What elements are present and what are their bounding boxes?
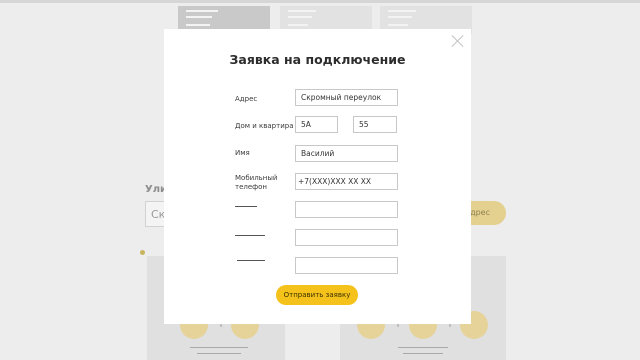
connection-request-modal: Заявка на подключение Адрес Скромный пер… — [164, 29, 471, 324]
submit-request-button[interactable]: Отправить заявку — [276, 285, 358, 305]
address-label: Адрес — [235, 95, 258, 103]
extra-field-3[interactable] — [295, 257, 398, 274]
phone-field[interactable]: +7(XXX)XXX XX XX — [295, 173, 398, 190]
top-divider — [0, 0, 640, 3]
name-field[interactable]: Василий — [295, 145, 398, 162]
address-field[interactable]: Скромный переулок — [295, 89, 398, 106]
phone-label-line2: телефон — [235, 183, 268, 191]
close-icon[interactable] — [450, 33, 466, 49]
modal-title: Заявка на подключение — [229, 52, 406, 67]
phone-label: Мобильный телефон — [235, 174, 277, 192]
underline — [398, 347, 448, 348]
extra-field-2[interactable] — [295, 229, 398, 246]
name-label: Имя — [235, 149, 250, 157]
extra-field-label-1 — [235, 206, 257, 207]
underline — [197, 353, 241, 354]
marker-dot — [140, 250, 145, 255]
extra-field-label-2 — [235, 235, 265, 236]
phone-label-line1: Мобильный — [235, 174, 278, 182]
extra-field-1[interactable] — [295, 201, 398, 218]
underline — [403, 353, 443, 354]
house-field[interactable]: 5А — [295, 116, 338, 133]
house-apartment-label: Дом и квартира — [235, 122, 294, 130]
underline — [190, 347, 248, 348]
extra-field-label-3 — [237, 260, 265, 261]
apartment-field[interactable]: 55 — [353, 116, 397, 133]
